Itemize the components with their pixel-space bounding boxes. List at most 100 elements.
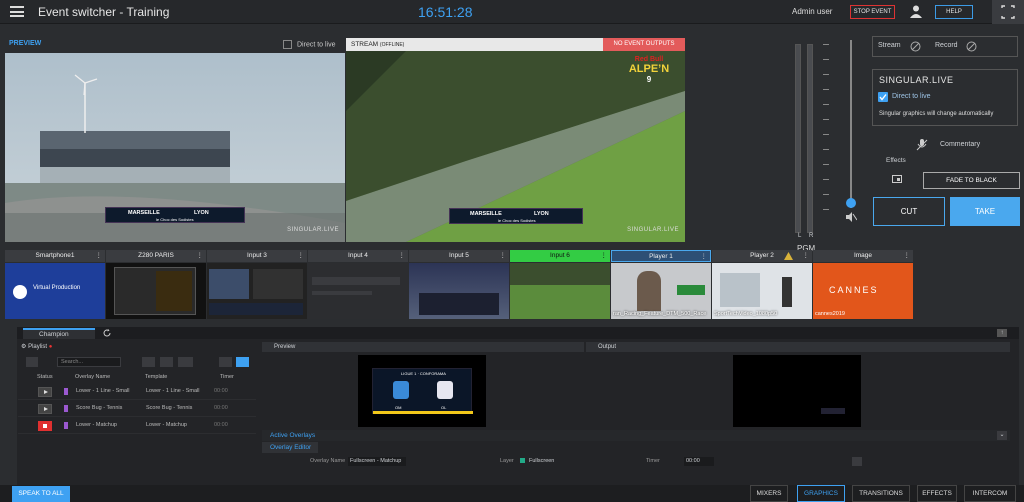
play-all-button[interactable] xyxy=(160,357,173,367)
source-input-3[interactable]: Input 3 ⋮ xyxy=(207,250,307,319)
source-player-1[interactable]: Player 1 ⋮ ran_Racing_Feature_DTM_500_Rac… xyxy=(611,250,711,319)
source-z280-paris[interactable]: Z280 PARIS ⋮ xyxy=(106,250,206,319)
stream-record-box: Stream Record xyxy=(872,36,1018,57)
meter-left-label: L xyxy=(798,233,802,239)
tab-effects[interactable]: EFFECTS xyxy=(917,485,957,502)
preview-monitor[interactable]: MARSEILLE LYON le Choc des Sodistes SING… xyxy=(5,53,345,242)
layer-select[interactable]: Fullscreen xyxy=(529,457,589,466)
person-icon[interactable] xyxy=(910,5,922,18)
direct-to-live-checkbox[interactable] xyxy=(283,40,292,49)
help-button[interactable]: HELP xyxy=(935,5,973,19)
tab-champion[interactable]: Champion xyxy=(23,328,95,339)
meter-scale xyxy=(823,44,833,234)
play-button[interactable] xyxy=(38,404,52,414)
source-menu-icon[interactable]: ⋮ xyxy=(96,250,103,262)
source-input-5[interactable]: Input 5 ⋮ xyxy=(409,250,509,319)
take-button[interactable]: TAKE xyxy=(950,197,1020,226)
source-inner-text: Virtual Production xyxy=(33,285,81,291)
source-caption: SportTechVideo_1080p50 xyxy=(714,311,778,317)
delete-button[interactable] xyxy=(219,357,232,367)
grid-view-icon[interactable] xyxy=(26,357,38,367)
matchup-away: OL xyxy=(441,405,447,410)
refresh-icon[interactable] xyxy=(103,329,111,337)
source-menu-icon[interactable]: ⋮ xyxy=(803,250,810,262)
chevron-down-icon[interactable]: ⌄ xyxy=(997,431,1007,440)
source-menu-icon[interactable]: ⋮ xyxy=(399,250,406,262)
singular-direct-checkbox[interactable] xyxy=(878,92,888,102)
fade-to-black-button[interactable]: FADE TO BLACK xyxy=(923,172,1020,189)
overlay-name-input[interactable]: Fullscreen - Matchup xyxy=(348,457,406,466)
tab-overlay-editor[interactable]: Overlay Editor xyxy=(262,442,318,453)
stop-button[interactable] xyxy=(38,421,52,431)
source-menu-icon[interactable]: ⋮ xyxy=(298,250,305,262)
cut-button[interactable]: CUT xyxy=(873,197,945,226)
hamburger-menu-icon[interactable] xyxy=(10,6,24,17)
source-caption: ran_Racing_Feature_DTM_500_Race xyxy=(613,311,707,317)
playlist-search-input[interactable]: Search... xyxy=(57,357,121,367)
source-inner-text: CANNES xyxy=(829,285,879,295)
overlay-name-label: Overlay Name xyxy=(310,458,346,464)
col-status: Status xyxy=(37,374,53,380)
commentary-mic-icon[interactable] xyxy=(916,139,928,151)
source-menu-icon[interactable]: ⋮ xyxy=(904,250,911,262)
gear-icon[interactable]: ⚙ xyxy=(21,344,26,350)
source-smartphone1[interactable]: Smartphone1 ⋮ Virtual Production xyxy=(5,250,105,319)
source-name: Smartphone1 xyxy=(35,252,75,259)
source-name: Input 3 xyxy=(247,252,267,259)
master-fader-track[interactable] xyxy=(850,40,852,208)
source-strip: Smartphone1 ⋮ Virtual Production Z280 PAR… xyxy=(5,250,1019,319)
tab-transitions[interactable]: TRANSITIONS xyxy=(852,485,910,502)
record-disabled-icon[interactable] xyxy=(966,41,977,52)
add-overlay-button[interactable] xyxy=(236,357,249,367)
play-button[interactable] xyxy=(38,387,52,397)
source-menu-icon[interactable]: ⋮ xyxy=(701,251,708,263)
tab-mixers[interactable]: MIXERS xyxy=(750,485,788,502)
score-home-name: MARSEILLE xyxy=(470,211,502,217)
active-overlays-bar[interactable]: Active Overlays xyxy=(262,430,1010,441)
panel-expand-button[interactable]: ↑ xyxy=(997,329,1007,337)
mute-icon[interactable] xyxy=(845,212,857,222)
stop-event-button[interactable]: STOP EVENT xyxy=(850,5,895,19)
source-input-6[interactable]: Input 6 ⋮ xyxy=(510,250,610,319)
source-name: Input 5 xyxy=(449,252,469,259)
overlay-timer: 00:00 xyxy=(214,422,228,428)
overlay-timer: 00:00 xyxy=(214,388,228,394)
source-image[interactable]: Image ⋮ CANNES cannes2019 xyxy=(813,250,913,319)
source-player-2[interactable]: Player 2 ⋮ SportTechVideo_1080p50 xyxy=(712,250,812,319)
event-logo: Red Bull ALPE’N 9 xyxy=(618,56,680,92)
stream-header: STREAM (OFFLINE) NO EVENT OUTPUTS xyxy=(346,38,685,51)
stream-disabled-icon[interactable] xyxy=(910,41,921,52)
tab-graphics[interactable]: GRAPHICS xyxy=(797,485,845,502)
preview-direct-to-live[interactable]: Direct to live xyxy=(283,40,336,49)
overlay-output-header: Output xyxy=(586,342,1010,352)
table-row[interactable]: Score Bug - Tennis Score Bug - Tennis 00… xyxy=(18,401,256,417)
timer-input[interactable]: 00:00 xyxy=(684,457,714,466)
control-tabbar: Champion ↑ xyxy=(17,327,1019,339)
speak-to-all-button[interactable]: SPEAK TO ALL xyxy=(12,486,70,502)
commentary-label: Commentary xyxy=(940,141,981,148)
table-row[interactable]: Lower - 1 Line - Small Lower - 1 Line - … xyxy=(18,384,256,400)
master-fader-knob[interactable] xyxy=(846,198,856,208)
source-name: Input 6 xyxy=(550,252,570,259)
home-crest xyxy=(393,381,409,399)
source-menu-icon[interactable]: ⋮ xyxy=(197,250,204,262)
singular-title: SINGULAR.LIVE xyxy=(879,75,954,85)
loop-button[interactable] xyxy=(178,357,193,367)
source-input-4[interactable]: Input 4 ⋮ xyxy=(308,250,408,319)
user-name[interactable]: Admin user xyxy=(792,7,832,16)
timer-stop-button[interactable] xyxy=(852,457,862,466)
tab-intercom[interactable]: INTERCOM xyxy=(964,485,1016,502)
layer-label: Layer xyxy=(500,458,514,464)
fullscreen-toggle[interactable] xyxy=(992,0,1024,24)
overlay-template: Lower - 1 Line - Small xyxy=(146,388,200,394)
score-subtitle: le Choc des Sodistes xyxy=(498,218,536,223)
source-menu-icon[interactable]: ⋮ xyxy=(500,250,507,262)
table-row[interactable]: Lower - Matchup Lower - Matchup 00:00 xyxy=(18,418,256,434)
warning-icon xyxy=(784,252,793,260)
stop-all-button[interactable] xyxy=(142,357,155,367)
matchup-title: LIGUE 1 · CONFORAMA xyxy=(401,371,446,376)
source-menu-icon[interactable]: ⋮ xyxy=(601,250,608,262)
program-score-bug: MARSEILLE LYON le Choc des Sodistes xyxy=(449,208,583,224)
playlist-title: Playlist xyxy=(28,344,48,350)
effects-icon[interactable] xyxy=(892,175,902,183)
